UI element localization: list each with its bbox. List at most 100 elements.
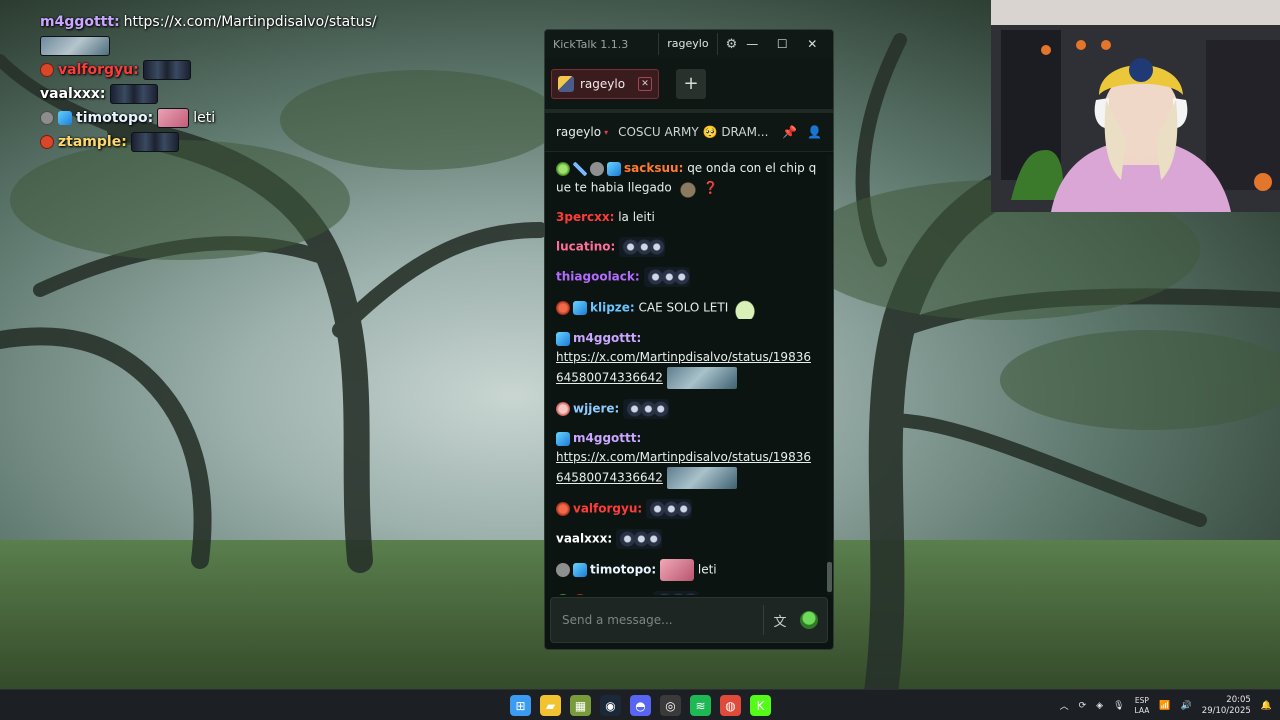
cube-badge-icon [556,431,570,446]
live-indicator-icon: ▾ [604,127,609,137]
kicktalk-icon[interactable]: K [750,695,771,716]
pin-icon[interactable]: 📌 [782,125,797,139]
system-clock[interactable]: 20:05 29/10/2025 [1202,695,1251,717]
chat-username[interactable]: m4ggottt: [573,431,641,445]
overlay-username: m4ggottt: [40,14,120,30]
microphone-icon[interactable]: 🎙 [1113,701,1124,711]
overlay-username: vaalxxx: [40,86,106,102]
green-badge-icon [556,594,570,595]
stream-title: COSCU ARMY 🥺 DRAM... [618,125,769,139]
overlay-emote [142,60,191,80]
chat-message[interactable]: valforgyu: [556,499,817,519]
minimize-button[interactable]: — [737,37,767,51]
language-code: ESP [1134,695,1149,705]
cube-badge-icon [573,301,587,315]
language-indicator[interactable]: ESP LAA [1135,696,1150,716]
emote-image [643,267,690,287]
current-user-chip[interactable]: rageylo [658,33,718,55]
link-preview-image [666,467,737,489]
message-input[interactable] [551,598,763,642]
overlay-badge-icon [40,63,54,77]
app-title: KickTalk 1.1.3 [553,37,629,51]
network-shield-icon[interactable]: ◈ [1096,701,1103,711]
overlay-username: ztample: [58,134,127,150]
sword-badge-icon [573,161,587,176]
overlay-message-text: https://x.com/Martinpdisalvo/status/ [123,14,377,30]
chrome-icon[interactable]: ◍ [720,695,741,716]
tab-rageylo[interactable]: rageylo ✕ [551,68,659,99]
chat-username[interactable]: timotopo: [590,563,656,577]
steam-icon[interactable]: ◉ [600,695,621,716]
chat-message-list[interactable]: sacksuu: qe onda con el chip que te habi… [545,155,827,595]
title-bar[interactable]: KickTalk 1.1.3 rageylo ⚙ — ☐ ✕ [545,30,833,58]
volume-icon[interactable]: 🔊 [1181,701,1192,711]
link-preview-image [666,367,737,389]
wifi-icon[interactable]: 📶 [1159,701,1170,711]
notification-bell-icon[interactable]: 🔔 [1261,701,1272,711]
overlay-cube-badge-icon [58,111,72,125]
cube-badge-icon [556,331,570,346]
webcam-feed [991,0,1280,212]
chat-username[interactable]: m4ggottt: [573,331,641,345]
file-explorer-icon[interactable]: ▰ [540,695,561,716]
chat-username[interactable]: valforgyu: [573,502,642,516]
sync-icon[interactable]: ⟳ [1079,701,1087,711]
chat-message[interactable]: sacksuu: qe onda con el chip que te habi… [556,159,817,198]
chat-username[interactable]: thiagoolack: [556,270,640,284]
chat-message[interactable]: 3percxx: la leiti [556,208,817,227]
overlay-chat-line [40,34,410,58]
grey-badge-icon [556,563,570,577]
chat-username[interactable]: lucatino: [556,240,615,254]
overlay-badge-icon [40,111,54,125]
chat-message-text: CAE SOLO LETI [634,300,729,315]
chat-message[interactable]: klipze: CAE SOLO LETI [556,297,817,319]
keyboard-layout: LAA [1134,705,1150,715]
chat-message[interactable]: lucatino: [556,237,817,257]
scrollbar-thumb[interactable] [827,562,832,592]
chat-message[interactable]: m4ggottt: https://x.com/Martinpdisalvo/st… [556,329,817,389]
maximize-button[interactable]: ☐ [767,37,797,51]
chat-username[interactable]: vaalxxx: [556,532,612,546]
store-icon[interactable]: ▦ [570,695,591,716]
translate-icon[interactable]: 文 [764,611,796,630]
chat-username[interactable]: klipze: [590,301,635,315]
windows-start-icon[interactable]: ⊞ [510,695,531,716]
obs-icon[interactable]: ◎ [660,695,681,716]
channel-tab-bar: rageylo ✕ + [545,58,833,113]
tab-close-icon[interactable]: ✕ [638,76,652,91]
chat-scrollbar[interactable] [827,155,832,595]
emoji-picker-icon[interactable] [800,611,818,629]
settings-gear-icon[interactable]: ⚙ [726,37,738,52]
message-composer: 文 [550,597,828,643]
add-tab-button[interactable]: + [676,68,706,99]
chat-username[interactable]: 3percxx: [556,210,614,224]
overlay-emote [109,84,158,104]
chat-message[interactable]: vaalxxx: [556,529,817,549]
chat-message[interactable]: ztample: [556,591,817,595]
close-button[interactable]: ✕ [797,37,827,51]
windows-taskbar: ⊞ ▰ ▦ ◉ ◓ ◎ ≋ ◍ K ︿ ⟳ ◈ 🎙 ESP LAA 📶 🔊 20:05 29/1… [0,689,1280,720]
tab-label: rageylo [580,76,626,91]
chat-username[interactable]: sacksuu: [624,161,683,175]
overlay-chat-line: timotopo: leti [40,106,410,130]
discord-icon[interactable]: ◓ [630,695,651,716]
chat-message[interactable]: timotopo: leti [556,559,817,581]
frog-emote-icon [732,297,759,319]
channel-name[interactable]: rageylo [556,125,601,139]
user-list-icon[interactable]: 👤 [807,125,822,139]
taskbar-apps: ⊞ ▰ ▦ ◉ ◓ ◎ ≋ ◍ K [510,690,771,720]
emote-image [660,559,695,581]
chat-username[interactable]: wjjere: [573,402,619,416]
chat-message[interactable]: thiagoolack: [556,267,817,287]
grey-badge-icon [590,161,604,176]
chat-message[interactable]: m4ggottt: https://x.com/Martinpdisalvo/st… [556,429,817,489]
spotify-icon[interactable]: ≋ [690,695,711,716]
overlay-chat-line: vaalxxx: [40,82,410,106]
system-tray: ︿ ⟳ ◈ 🎙 ESP LAA 📶 🔊 20:05 29/10/2025 🔔 [1060,690,1272,720]
clock-date: 29/10/2025 [1201,705,1251,716]
emote-image [615,529,662,549]
green-badge-icon [556,161,570,176]
chat-message[interactable]: wjjere: [556,399,817,419]
tray-chevron-icon[interactable]: ︿ [1060,699,1069,712]
chat-username[interactable]: ztample: [590,594,649,596]
